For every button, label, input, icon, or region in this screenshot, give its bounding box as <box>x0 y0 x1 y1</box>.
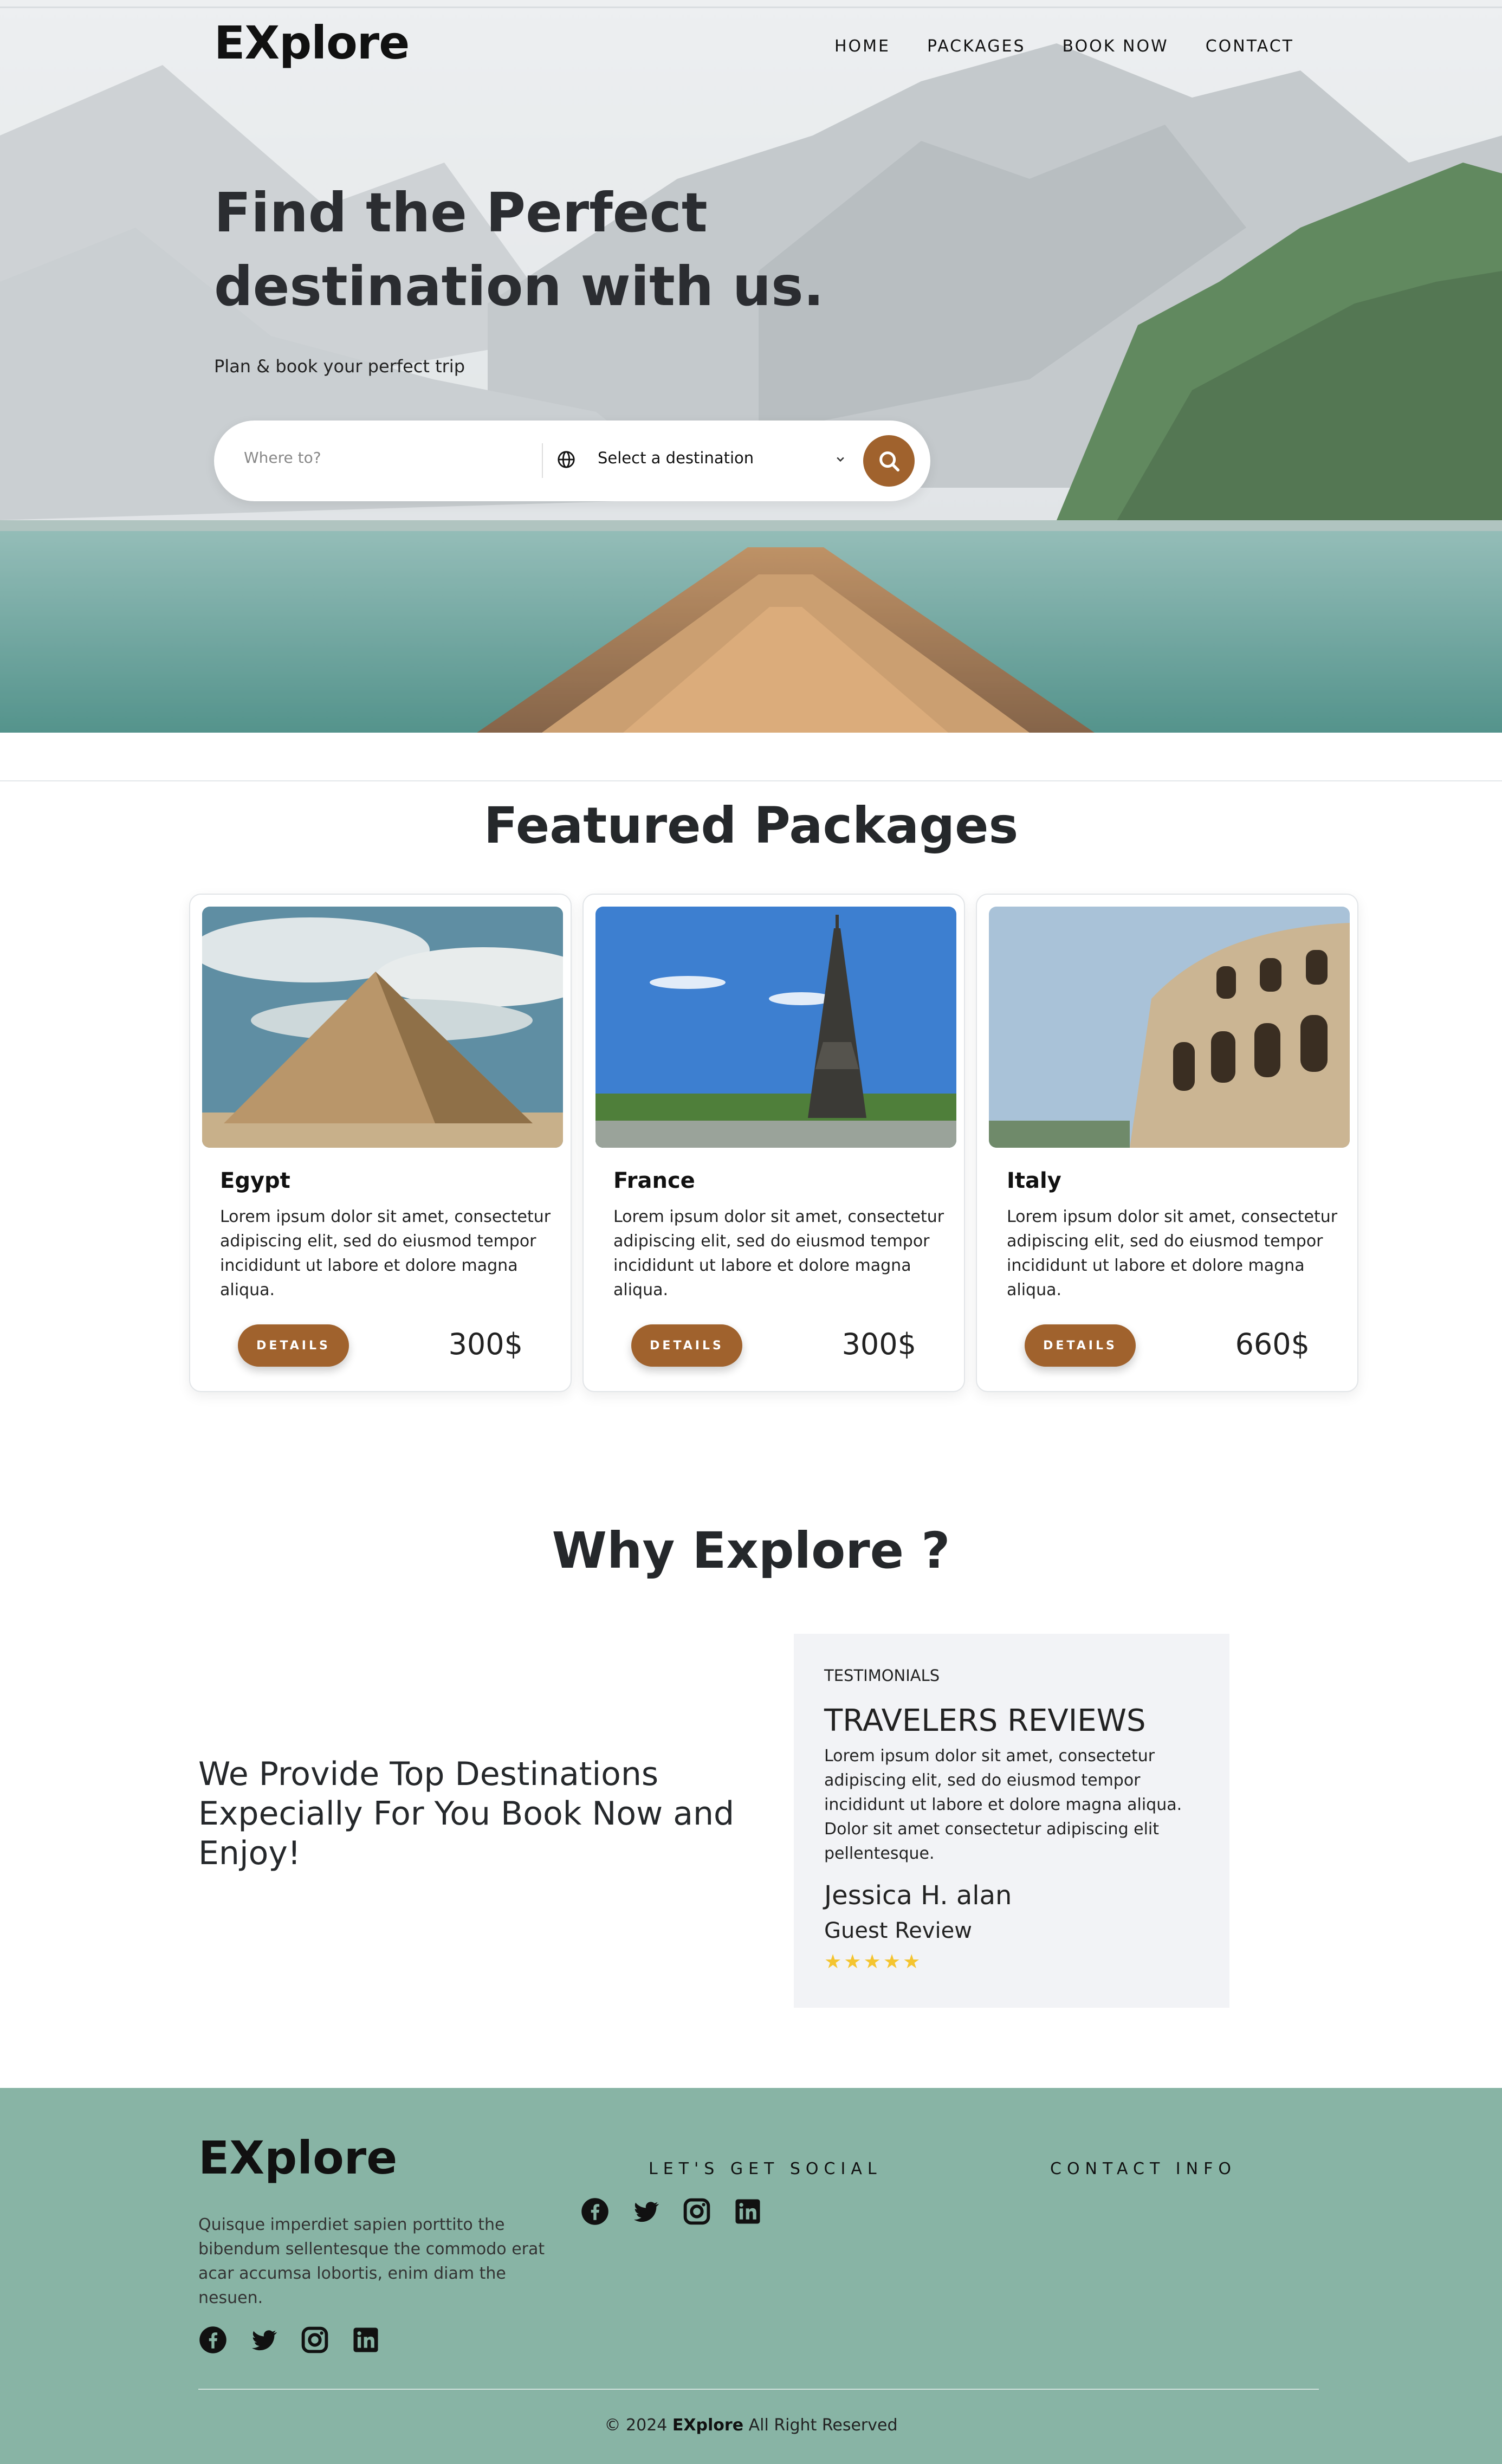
package-card-italy: Italy Lorem ipsum dolor sit amet, consec… <box>976 894 1358 1392</box>
hero-section: EXplore HOME PACKAGES BOOK NOW CONTACT F… <box>0 0 1502 733</box>
search-divider <box>542 443 543 478</box>
details-button[interactable]: DETAILS <box>1025 1324 1136 1367</box>
nav-book-now[interactable]: BOOK NOW <box>1063 37 1169 56</box>
linkedin-icon[interactable] <box>351 2325 380 2355</box>
why-tagline: We Provide Top Destinations Expecially F… <box>198 1755 735 1872</box>
main-nav: HOME PACKAGES BOOK NOW CONTACT <box>834 37 1294 56</box>
hero-title: Find the Perfect destination with us. <box>214 181 824 318</box>
top-border <box>0 7 1502 8</box>
footer-brand[interactable]: EXplore <box>198 2131 397 2184</box>
package-description: Lorem ipsum dolor sit amet, consectetur … <box>613 1207 944 1299</box>
testimonial-heading: TRAVELERS REVIEWS <box>824 1703 1146 1738</box>
package-name: Italy <box>1007 1168 1061 1193</box>
search-bar: Where to? Select a destination <box>214 421 930 501</box>
footer-social-icons-center <box>580 2197 762 2226</box>
testimonial-author: Jessica H. alan <box>824 1880 1012 1911</box>
twitter-icon[interactable] <box>249 2325 279 2355</box>
italy-image <box>989 907 1350 1148</box>
package-card-egypt: Egypt Lorem ipsum dolor sit amet, consec… <box>189 894 572 1392</box>
chevron-down-icon[interactable] <box>833 452 848 467</box>
copyright-suffix: All Right Reserved <box>748 2416 898 2435</box>
package-description: Lorem ipsum dolor sit amet, consectetur … <box>1007 1207 1338 1299</box>
testimonial-text: Lorem ipsum dolor sit amet, consectetur … <box>824 1747 1182 1863</box>
facebook-icon[interactable] <box>580 2197 610 2226</box>
package-price: 300$ <box>841 1327 916 1361</box>
footer-copyright: © 2024 EXplore All Right Reserved <box>0 2416 1502 2435</box>
twitter-icon[interactable] <box>631 2197 661 2226</box>
globe-icon <box>557 450 575 469</box>
instagram-icon[interactable] <box>682 2197 711 2226</box>
egypt-image <box>202 907 563 1148</box>
testimonial-box: TESTIMONIALS TRAVELERS REVIEWS Lorem ips… <box>794 1634 1229 2008</box>
package-price: 660$ <box>1235 1327 1310 1361</box>
section-divider <box>0 780 1502 781</box>
france-image <box>595 907 956 1148</box>
search-button[interactable] <box>863 435 915 487</box>
footer-contact-heading: CONTACT INFO <box>1050 2159 1236 2178</box>
testimonial-label: TESTIMONIALS <box>824 1666 940 1685</box>
nav-packages[interactable]: PACKAGES <box>927 37 1026 56</box>
hero-subtitle: Plan & book your perfect trip <box>214 356 465 377</box>
copyright-brand: EXplore <box>672 2416 744 2435</box>
destination-select[interactable]: Select a destination <box>598 449 754 467</box>
footer: EXplore Quisque imperdiet sapien porttit… <box>0 2088 1502 2464</box>
instagram-icon[interactable] <box>300 2325 329 2355</box>
footer-about: Quisque imperdiet sapien porttito the bi… <box>198 2215 545 2307</box>
where-to-input[interactable]: Where to? <box>244 449 321 467</box>
copyright-prefix: © 2024 <box>604 2416 668 2435</box>
testimonial-role: Guest Review <box>824 1918 972 1943</box>
search-icon <box>879 451 899 471</box>
facebook-icon[interactable] <box>198 2325 228 2355</box>
why-title: Why Explore ? <box>552 1522 950 1580</box>
package-name: France <box>613 1168 695 1193</box>
package-name: Egypt <box>220 1168 290 1193</box>
footer-social-icons-left <box>198 2325 380 2355</box>
brand-logo[interactable]: EXplore <box>214 16 410 69</box>
star-rating: ★★★★★ <box>824 1951 923 1973</box>
package-description: Lorem ipsum dolor sit amet, consectetur … <box>220 1207 551 1299</box>
nav-home[interactable]: HOME <box>834 37 890 56</box>
package-price: 300$ <box>448 1327 523 1361</box>
footer-divider <box>198 2389 1319 2390</box>
footer-social-heading: LET'S GET SOCIAL <box>649 2159 882 2178</box>
featured-title: Featured Packages <box>483 797 1019 855</box>
nav-contact[interactable]: CONTACT <box>1206 37 1294 56</box>
details-button[interactable]: DETAILS <box>631 1324 742 1367</box>
package-card-france: France Lorem ipsum dolor sit amet, conse… <box>582 894 965 1392</box>
details-button[interactable]: DETAILS <box>238 1324 349 1367</box>
linkedin-icon[interactable] <box>733 2197 762 2226</box>
